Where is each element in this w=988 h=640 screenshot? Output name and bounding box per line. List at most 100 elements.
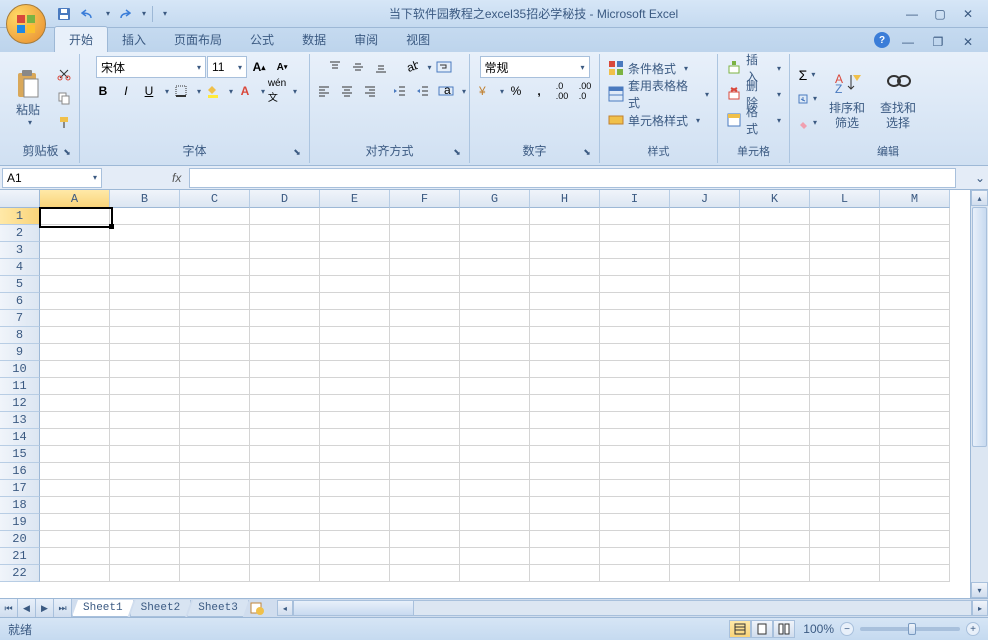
row-header[interactable]: 16 (0, 463, 40, 480)
cell[interactable] (390, 565, 460, 582)
cell[interactable] (670, 395, 740, 412)
cell[interactable] (810, 327, 880, 344)
font-color-button[interactable]: A (234, 80, 256, 102)
cell[interactable] (40, 361, 110, 378)
cell[interactable] (670, 208, 740, 225)
cell[interactable] (320, 310, 390, 327)
cell[interactable] (810, 378, 880, 395)
cell[interactable] (530, 395, 600, 412)
tab-page-layout[interactable]: 页面布局 (160, 27, 236, 52)
cell[interactable] (40, 242, 110, 259)
cell[interactable] (250, 293, 320, 310)
cell[interactable] (880, 514, 950, 531)
cell[interactable] (110, 361, 180, 378)
cell[interactable] (880, 344, 950, 361)
cell[interactable] (250, 531, 320, 548)
cell[interactable] (740, 242, 810, 259)
cell[interactable] (740, 378, 810, 395)
cell[interactable] (810, 225, 880, 242)
cell[interactable] (810, 514, 880, 531)
cell[interactable] (40, 259, 110, 276)
cell[interactable] (670, 565, 740, 582)
row-header[interactable]: 9 (0, 344, 40, 361)
cell[interactable] (180, 412, 250, 429)
expand-number-icon[interactable]: ⬊ (581, 147, 593, 159)
cell[interactable] (530, 412, 600, 429)
cell[interactable] (40, 480, 110, 497)
cell[interactable] (670, 497, 740, 514)
cell[interactable] (740, 208, 810, 225)
chevron-down-icon[interactable]: ▾ (261, 87, 265, 96)
cell[interactable] (530, 548, 600, 565)
cell[interactable] (880, 361, 950, 378)
cell[interactable] (390, 412, 460, 429)
row-header[interactable]: 15 (0, 446, 40, 463)
cell[interactable] (320, 327, 390, 344)
cell[interactable] (110, 225, 180, 242)
col-header[interactable]: C (180, 190, 250, 208)
chevron-down-icon[interactable]: ▾ (462, 87, 466, 96)
cell[interactable] (740, 225, 810, 242)
cell[interactable] (320, 497, 390, 514)
cell[interactable] (110, 497, 180, 514)
cell[interactable] (40, 208, 110, 225)
cell[interactable] (320, 259, 390, 276)
cell[interactable] (530, 463, 600, 480)
cell[interactable] (390, 378, 460, 395)
cell[interactable] (390, 548, 460, 565)
sheet-nav-last[interactable]: ⏭ (54, 599, 72, 617)
cell[interactable] (40, 565, 110, 582)
cell[interactable] (460, 514, 530, 531)
cell[interactable] (740, 565, 810, 582)
cell[interactable] (740, 531, 810, 548)
cell[interactable] (180, 548, 250, 565)
cell[interactable] (880, 446, 950, 463)
cell[interactable] (530, 293, 600, 310)
vertical-scrollbar[interactable]: ▴ ▾ (970, 190, 988, 598)
cell[interactable] (670, 361, 740, 378)
cell[interactable] (460, 225, 530, 242)
cells-area[interactable] (40, 208, 970, 598)
redo-icon[interactable] (114, 4, 134, 24)
col-header[interactable]: F (390, 190, 460, 208)
cell[interactable] (460, 412, 530, 429)
cell[interactable] (110, 446, 180, 463)
cell[interactable] (180, 480, 250, 497)
cell[interactable] (460, 208, 530, 225)
cell[interactable] (320, 412, 390, 429)
cell[interactable] (320, 463, 390, 480)
col-header[interactable]: L (810, 190, 880, 208)
cell[interactable] (880, 208, 950, 225)
table-format-button[interactable]: 套用表格格式▾ (604, 82, 713, 106)
cell[interactable] (390, 310, 460, 327)
cell[interactable] (180, 429, 250, 446)
cell[interactable] (740, 293, 810, 310)
cell[interactable] (40, 497, 110, 514)
cell[interactable] (180, 276, 250, 293)
row-header[interactable]: 20 (0, 531, 40, 548)
cell[interactable] (40, 548, 110, 565)
cell[interactable] (880, 276, 950, 293)
col-header[interactable]: M (880, 190, 950, 208)
zoom-slider[interactable] (860, 627, 960, 631)
cell[interactable] (810, 395, 880, 412)
cell[interactable] (180, 514, 250, 531)
find-select-button[interactable]: 查找和 选择 (874, 59, 922, 139)
cell[interactable] (740, 344, 810, 361)
cell[interactable] (810, 242, 880, 259)
row-header[interactable]: 6 (0, 293, 40, 310)
cell[interactable] (600, 514, 670, 531)
percent-button[interactable]: % (505, 80, 527, 102)
cell[interactable] (110, 293, 180, 310)
cell[interactable] (600, 412, 670, 429)
cell[interactable] (250, 276, 320, 293)
cell[interactable] (880, 259, 950, 276)
cell[interactable] (460, 327, 530, 344)
align-bottom-button[interactable] (370, 56, 392, 78)
cell[interactable] (250, 242, 320, 259)
cell[interactable] (810, 259, 880, 276)
cell[interactable] (180, 259, 250, 276)
vertical-scroll-thumb[interactable] (972, 207, 987, 447)
cell[interactable] (180, 395, 250, 412)
cell[interactable] (390, 276, 460, 293)
